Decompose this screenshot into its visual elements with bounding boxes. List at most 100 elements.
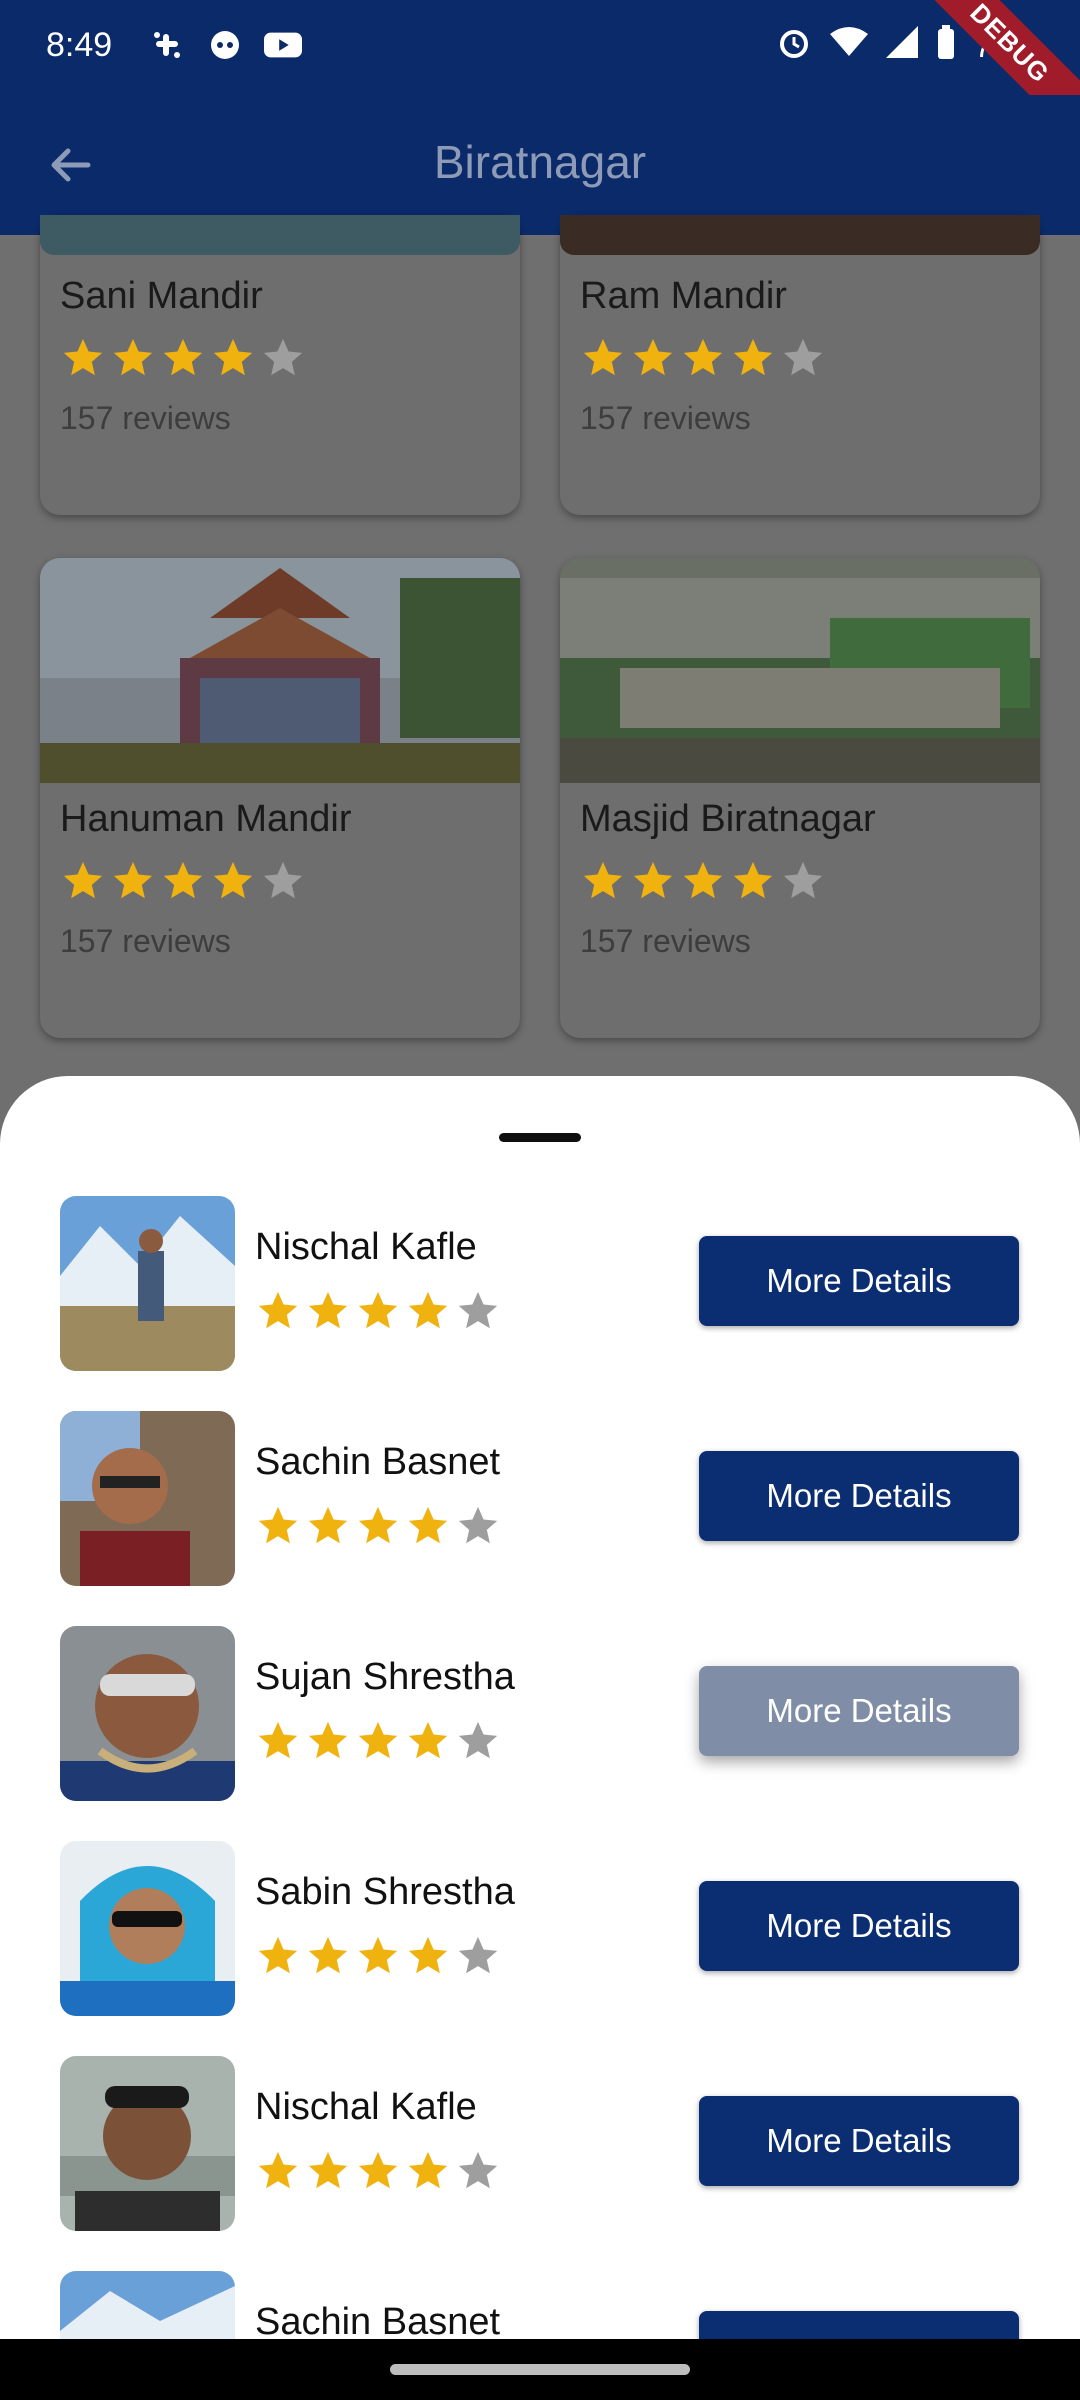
star-filled-icon (408, 1936, 448, 1974)
star-filled-icon (358, 1936, 398, 1974)
guide-row: Sachin Basnet More Details (0, 2271, 1080, 2339)
notification-icons (148, 26, 302, 64)
star-filled-icon (408, 1721, 448, 1759)
place-reviews: 157 reviews (60, 400, 231, 436)
guide-avatar (60, 2271, 235, 2339)
status-bar: 8:49 78 DEBUG (0, 0, 1080, 152)
star-filled-icon (358, 1721, 398, 1759)
guide-avatar (60, 1841, 235, 2016)
star-empty-icon (458, 1936, 498, 1974)
guide-name: Nischal Kafle (255, 1226, 477, 1268)
guide-avatar (60, 1196, 235, 1371)
guide-name: Sujan Shrestha (255, 1656, 515, 1698)
signal-icon (886, 26, 919, 66)
star-filled-icon (733, 861, 773, 899)
guide-rating (255, 1933, 501, 1979)
more-details-button[interactable]: More Details (699, 1666, 1019, 1756)
star-filled-icon (408, 1506, 448, 1544)
place-name: Masjid Biratnagar (580, 798, 876, 840)
star-filled-icon (583, 861, 623, 899)
star-filled-icon (213, 861, 253, 899)
star-empty-icon (458, 1506, 498, 1544)
star-filled-icon (113, 861, 153, 899)
star-filled-icon (308, 1291, 348, 1329)
star-filled-icon (258, 1291, 298, 1329)
star-empty-icon (458, 2151, 498, 2189)
star-filled-icon (113, 338, 153, 376)
drag-handle[interactable] (499, 1133, 581, 1142)
place-reviews: 157 reviews (580, 923, 751, 959)
battery-icon (936, 25, 956, 67)
guide-name: Sachin Basnet (255, 2301, 501, 2339)
guides-bottom-sheet[interactable]: Nischal Kafle More Details Sachin Basnet… (0, 1076, 1080, 2339)
place-card[interactable]: Ram Mandir 157 reviews (560, 215, 1040, 515)
star-empty-icon (783, 338, 823, 376)
place-card[interactable]: Sani Mandir 157 reviews (40, 215, 520, 515)
slack-icon (148, 26, 186, 64)
more-details-button[interactable]: More Details (699, 2311, 1019, 2339)
place-name: Sani Mandir (60, 275, 263, 317)
star-filled-icon (163, 338, 203, 376)
star-filled-icon (408, 2151, 448, 2189)
more-details-button[interactable]: More Details (699, 1451, 1019, 1541)
alarm-icon (776, 24, 812, 68)
wifi-icon (830, 26, 869, 66)
place-reviews: 157 reviews (580, 400, 751, 436)
star-empty-icon (458, 1721, 498, 1759)
star-filled-icon (258, 1506, 298, 1544)
guide-name: Nischal Kafle (255, 2086, 477, 2128)
star-filled-icon (63, 338, 103, 376)
places-grid: Sani Mandir 157 reviews Ram Mandir 157 r… (0, 215, 1080, 1075)
star-filled-icon (358, 1506, 398, 1544)
guide-avatar (60, 1626, 235, 1801)
star-filled-icon (258, 2151, 298, 2189)
status-time: 8:49 (46, 26, 113, 64)
guide-row: Sabin Shrestha More Details (0, 1841, 1080, 2056)
star-filled-icon (358, 2151, 398, 2189)
place-image (560, 215, 1040, 255)
guide-avatar (60, 1411, 235, 1586)
guide-name: Sachin Basnet (255, 1441, 501, 1483)
star-filled-icon (683, 338, 723, 376)
star-filled-icon (258, 1936, 298, 1974)
star-filled-icon (63, 861, 103, 899)
place-image (560, 558, 1040, 783)
place-rating (60, 335, 306, 381)
guide-row: Nischal Kafle More Details (0, 1196, 1080, 1411)
star-filled-icon (213, 338, 253, 376)
star-filled-icon (633, 861, 673, 899)
guide-rating (255, 2148, 501, 2194)
app-bar: Biratnagar (0, 95, 1080, 235)
star-filled-icon (733, 338, 773, 376)
place-name: Ram Mandir (580, 275, 787, 317)
star-empty-icon (263, 861, 303, 899)
guide-rating (255, 1288, 501, 1334)
star-filled-icon (308, 1936, 348, 1974)
star-filled-icon (258, 1721, 298, 1759)
guide-row: Nischal Kafle More Details (0, 2056, 1080, 2271)
system-nav-bar (0, 2339, 1080, 2400)
guide-rating (255, 1503, 501, 1549)
star-filled-icon (633, 338, 673, 376)
place-rating (60, 858, 306, 904)
star-filled-icon (308, 1721, 348, 1759)
home-gesture-bar[interactable] (390, 2364, 690, 2375)
star-filled-icon (308, 2151, 348, 2189)
guide-rating (255, 1718, 501, 1764)
place-card[interactable]: Hanuman Mandir 157 reviews (40, 558, 520, 1038)
place-name: Hanuman Mandir (60, 798, 352, 840)
more-details-button[interactable]: More Details (699, 1881, 1019, 1971)
star-empty-icon (458, 1291, 498, 1329)
youtube-icon (264, 26, 302, 64)
more-details-button[interactable]: More Details (699, 2096, 1019, 2186)
place-card[interactable]: Masjid Biratnagar 157 reviews (560, 558, 1040, 1038)
star-empty-icon (263, 338, 303, 376)
more-details-button[interactable]: More Details (699, 1236, 1019, 1326)
place-rating (580, 858, 826, 904)
guide-avatar (60, 2056, 235, 2231)
star-filled-icon (683, 861, 723, 899)
place-image (40, 215, 520, 255)
guide-row: Sujan Shrestha More Details (0, 1626, 1080, 1841)
guide-name: Sabin Shrestha (255, 1871, 515, 1913)
star-filled-icon (408, 1291, 448, 1329)
